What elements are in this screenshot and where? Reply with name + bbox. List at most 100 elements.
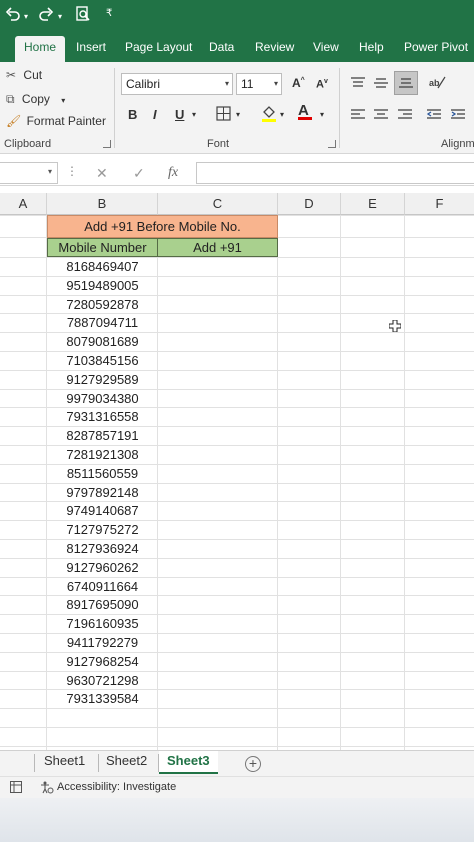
mobile-number-cell[interactable]: 8511560559 [47, 466, 158, 481]
bold-button[interactable]: B [128, 107, 137, 122]
italic-button[interactable]: I [153, 107, 157, 122]
mobile-number-cell[interactable]: 9519489005 [47, 278, 158, 293]
header-cell-add-91[interactable]: Add +91 [158, 238, 278, 257]
tab-view[interactable]: View [313, 40, 339, 54]
font-size-select[interactable]: 11 ▾ [236, 73, 282, 95]
mobile-number-cell[interactable]: 7196160935 [47, 616, 158, 631]
mobile-number-cell[interactable]: 9797892148 [47, 485, 158, 500]
header-cell-mobile-number[interactable]: Mobile Number [47, 238, 158, 257]
row-gridline [0, 445, 474, 446]
bottom-align-icon[interactable] [394, 71, 418, 95]
redo-dropdown-icon[interactable]: ▾ [58, 12, 62, 21]
increase-indent-icon[interactable] [450, 108, 466, 125]
borders-icon[interactable] [216, 106, 231, 124]
mobile-number-cell[interactable]: 9979034380 [47, 391, 158, 406]
chevron-down-icon[interactable]: ▾ [192, 110, 196, 119]
row-gridline [0, 633, 474, 634]
mobile-number-cell[interactable]: 7280592878 [47, 297, 158, 312]
tab-review[interactable]: Review [255, 40, 294, 54]
undo-icon[interactable] [5, 6, 21, 22]
tab-data[interactable]: Data [209, 40, 234, 54]
chevron-down-icon[interactable]: ▾ [236, 110, 240, 119]
column-header-e[interactable]: E [341, 193, 405, 215]
row-gridline [0, 558, 474, 559]
mobile-number-cell[interactable]: 8287857191 [47, 428, 158, 443]
align-right-icon[interactable] [397, 108, 413, 125]
mobile-number-cell[interactable]: 9127960262 [47, 560, 158, 575]
tab-insert[interactable]: Insert [76, 40, 106, 54]
print-preview-icon[interactable] [75, 6, 91, 22]
mobile-number-cell[interactable]: 9630721298 [47, 673, 158, 688]
formula-input[interactable] [196, 162, 474, 184]
underline-button[interactable]: U [175, 107, 184, 122]
format-painter-button[interactable]: 🖌 Format Painter [6, 114, 106, 128]
column-header-d[interactable]: D [278, 193, 341, 215]
clipboard-launcher-icon[interactable] [103, 140, 111, 148]
mobile-number-cell[interactable]: 8127936924 [47, 541, 158, 556]
redo-icon[interactable] [38, 6, 54, 22]
mobile-number-cell[interactable]: 9127968254 [47, 654, 158, 669]
accessibility-status[interactable]: Accessibility: Investigate [57, 781, 176, 793]
align-center-icon[interactable] [373, 108, 389, 125]
customize-icon[interactable]: ₹ [106, 8, 112, 19]
spreadsheet-grid[interactable]: A B C D E F Add +91 Before Mobile No. Mo… [0, 193, 474, 750]
font-launcher-icon[interactable] [328, 140, 336, 148]
orientation-icon[interactable]: ab [428, 74, 446, 93]
insert-function-icon[interactable]: fx [168, 165, 178, 181]
decrease-indent-icon[interactable] [426, 108, 442, 125]
cancel-icon[interactable]: ✕ [96, 165, 108, 182]
sheet-tab-3[interactable]: Sheet3 [159, 751, 218, 774]
mobile-number-cell[interactable]: 6740911664 [47, 579, 158, 594]
row-gridline [0, 483, 474, 484]
chevron-down-icon[interactable]: ▾ [280, 110, 284, 119]
column-header-c[interactable]: C [158, 193, 278, 215]
add-sheet-icon[interactable]: + [245, 756, 261, 772]
fill-color-icon[interactable] [261, 104, 277, 126]
mobile-number-cell[interactable]: 8079081689 [47, 334, 158, 349]
column-header-f[interactable]: F [405, 193, 474, 215]
mobile-number-cell[interactable]: 7281921308 [47, 447, 158, 462]
mobile-number-cell[interactable]: 8168469407 [47, 259, 158, 274]
align-left-icon[interactable] [350, 108, 366, 125]
more-options-icon[interactable]: ⋮ [66, 164, 78, 178]
tab-divider [98, 754, 99, 772]
font-color-icon[interactable]: A [298, 102, 312, 120]
font-name-select[interactable]: Calibri ▾ [121, 73, 233, 95]
sheet-tab-1[interactable]: Sheet1 [44, 753, 85, 768]
chevron-down-icon[interactable]: ▾ [61, 96, 65, 105]
mobile-number-cell[interactable]: 7887094711 [47, 315, 158, 330]
chevron-down-icon[interactable]: ▾ [320, 110, 324, 119]
top-align-icon[interactable] [350, 76, 366, 93]
tab-page-layout[interactable]: Page Layout [125, 40, 192, 54]
increase-font-size-button[interactable]: A^ [292, 76, 305, 90]
title-cell[interactable]: Add +91 Before Mobile No. [47, 215, 278, 238]
mobile-number-cell[interactable]: 9127929589 [47, 372, 158, 387]
row-gridline [0, 389, 474, 390]
decrease-font-size-button[interactable]: Av [316, 78, 328, 91]
mobile-number-cell[interactable]: 7127975272 [47, 522, 158, 537]
tab-power-pivot[interactable]: Power Pivot [404, 40, 468, 54]
mobile-number-cell[interactable]: 7931316558 [47, 409, 158, 424]
copy-button[interactable]: ⧉ Copy ▾ [6, 92, 65, 107]
column-header-a[interactable]: A [0, 193, 47, 215]
mobile-number-cell[interactable]: 9749140687 [47, 503, 158, 518]
tab-home[interactable]: Home [15, 36, 66, 62]
tab-help[interactable]: Help [359, 40, 384, 54]
undo-dropdown-icon[interactable]: ▾ [24, 12, 28, 21]
mobile-number-cell[interactable]: 7931339584 [47, 691, 158, 706]
cut-button[interactable]: ✂ Cut [6, 68, 42, 82]
mobile-number-cell[interactable]: 9411792279 [47, 635, 158, 650]
row-gridline [0, 426, 474, 427]
accessibility-icon[interactable] [40, 781, 54, 797]
ribbon-tabs: Home Insert Page Layout Data Review View… [0, 32, 474, 62]
sheet-view-icon[interactable] [10, 781, 22, 796]
mobile-number-cell[interactable]: 7103845156 [47, 353, 158, 368]
middle-align-icon[interactable] [373, 76, 389, 93]
sheet-tab-2[interactable]: Sheet2 [106, 753, 147, 768]
enter-icon[interactable]: ✓ [133, 165, 145, 182]
column-header-b[interactable]: B [47, 193, 158, 215]
mobile-number-cell[interactable]: 8917695090 [47, 597, 158, 612]
row-gridline [0, 727, 474, 728]
background-fill [0, 798, 474, 842]
name-box[interactable]: ▾ [0, 162, 58, 184]
